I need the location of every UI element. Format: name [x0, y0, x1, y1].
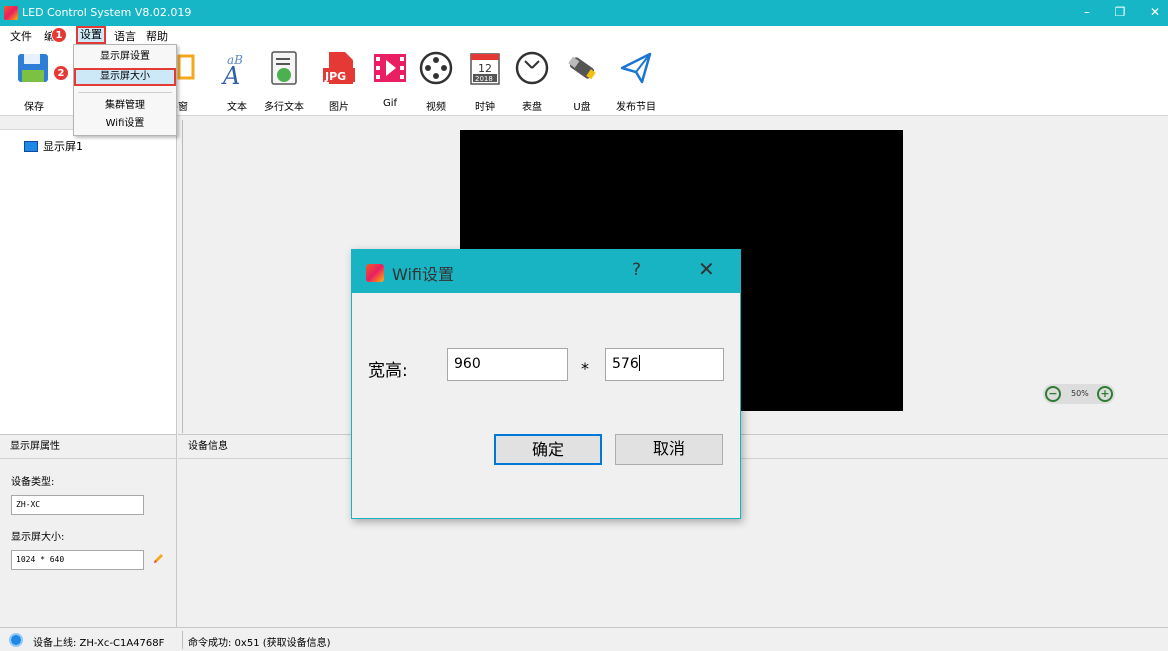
paper-plane-icon — [618, 50, 654, 86]
step-badge-2: 2 — [53, 65, 69, 81]
size-label: 宽高: — [368, 361, 408, 381]
text-caret — [638, 355, 640, 371]
help-icon[interactable]: ? — [632, 260, 641, 280]
video-icon — [418, 50, 454, 86]
properties-header: 显示屏属性 — [0, 435, 176, 459]
zoom-level: 50% — [1071, 389, 1089, 398]
restore-button[interactable]: ❐ — [1110, 3, 1130, 21]
dial-tool[interactable]: 表盘 — [510, 50, 554, 114]
screen-properties-panel: 显示屏属性 设备类型: ZH-XC 显示屏大小: 1024 * 640 — [0, 434, 177, 627]
multiline-text-tool[interactable]: 多行文本 — [262, 50, 306, 114]
dropdown-item-screen-settings[interactable]: 显示屏设置 — [74, 48, 176, 66]
dropdown-divider — [78, 92, 172, 93]
picture-icon-jpg: JPG — [324, 70, 346, 83]
device-type-field[interactable]: ZH-XC — [11, 495, 144, 515]
udisk-tool[interactable]: U盘 — [560, 50, 604, 114]
zoom-in-icon[interactable]: + — [1097, 386, 1113, 402]
cancel-button[interactable]: 取消 — [615, 434, 723, 465]
dropdown-item-cluster[interactable]: 集群管理 — [74, 97, 176, 115]
status-divider — [182, 631, 183, 649]
dialog-app-icon — [366, 264, 384, 282]
screen-tree-panel: 显示屏1 — [0, 116, 177, 434]
video-tool[interactable]: 视频 — [414, 50, 458, 114]
window-title: LED Control System V8.02.019 — [22, 6, 192, 19]
menu-bar: 文件 编 设置 语言 帮助 — [0, 26, 1168, 44]
wifi-settings-dialog: Wifi设置 ? ✕ 宽高: 960 * 576 确定 取消 — [351, 249, 741, 519]
close-button[interactable]: ✕ — [1145, 3, 1165, 21]
publish-tool[interactable]: 发布节目 — [614, 50, 658, 114]
screen-size-label: 显示屏大小: — [11, 532, 65, 543]
zoom-out-icon[interactable]: − — [1045, 386, 1061, 402]
multiply-sign: * — [581, 359, 589, 378]
minimize-button[interactable]: – — [1077, 3, 1097, 21]
connection-status-icon — [9, 633, 23, 647]
dropdown-item-screen-size[interactable]: 显示屏大小 — [74, 68, 176, 86]
calendar-icon-day: 12 — [478, 62, 492, 75]
publish-label: 发布节目 — [616, 102, 656, 113]
text-icon-a: A — [221, 62, 240, 86]
monitor-icon — [24, 141, 38, 152]
picture-icon: JPG — [321, 50, 357, 86]
app-logo-icon — [4, 6, 18, 20]
calendar-icon: 12 2018 — [467, 50, 503, 86]
save-icon — [16, 50, 52, 86]
width-input[interactable]: 960 — [447, 348, 568, 381]
menu-language[interactable]: 语言 — [114, 28, 136, 44]
dialog-close-icon[interactable]: ✕ — [698, 257, 715, 281]
device-online-status: 设备上线: ZH-Xc-C1A4768F — [33, 638, 165, 649]
tree-item-screen1[interactable]: 显示屏1 — [24, 138, 83, 154]
dropdown-item-wifi[interactable]: Wifi设置 — [74, 115, 176, 133]
ok-button[interactable]: 确定 — [494, 434, 602, 465]
usb-drive-icon — [564, 50, 600, 86]
picture-tool[interactable]: JPG 图片 — [317, 50, 361, 114]
calendar-icon-year: 2018 — [475, 75, 493, 83]
multiline-text-icon — [266, 50, 302, 86]
menu-file[interactable]: 文件 — [10, 28, 32, 44]
dialog-title: Wifi设置 — [392, 265, 454, 284]
device-type-label: 设备类型: — [11, 477, 55, 488]
edit-pencil-icon[interactable] — [152, 553, 164, 565]
screen-size-field[interactable]: 1024 * 640 — [11, 550, 144, 570]
zoom-control: − 50% + — [1043, 384, 1115, 404]
menu-settings[interactable]: 设置 — [76, 26, 106, 44]
settings-dropdown: 显示屏设置 显示屏大小 集群管理 Wifi设置 — [73, 44, 177, 136]
gif-icon — [372, 50, 408, 86]
dial-icon — [514, 50, 550, 86]
height-input-value: 576 — [612, 356, 639, 372]
status-bar: 设备上线: ZH-Xc-C1A4768F 命令成功: 0x51 (获取设备信息) — [0, 627, 1168, 651]
menu-help[interactable]: 帮助 — [146, 28, 168, 44]
title-bar: LED Control System V8.02.019 – ❐ ✕ — [0, 0, 1168, 26]
step-badge-1: 1 — [51, 27, 67, 43]
dialog-title-bar: Wifi设置 ? ✕ — [352, 250, 740, 293]
tree-item-label: 显示屏1 — [43, 140, 83, 153]
command-result-status: 命令成功: 0x51 (获取设备信息) — [188, 638, 331, 649]
text-icon: aB A — [219, 50, 255, 90]
height-input[interactable]: 576 — [605, 348, 724, 381]
save-label: 保存 — [24, 102, 44, 113]
save-tool[interactable]: 保存 — [12, 50, 56, 114]
